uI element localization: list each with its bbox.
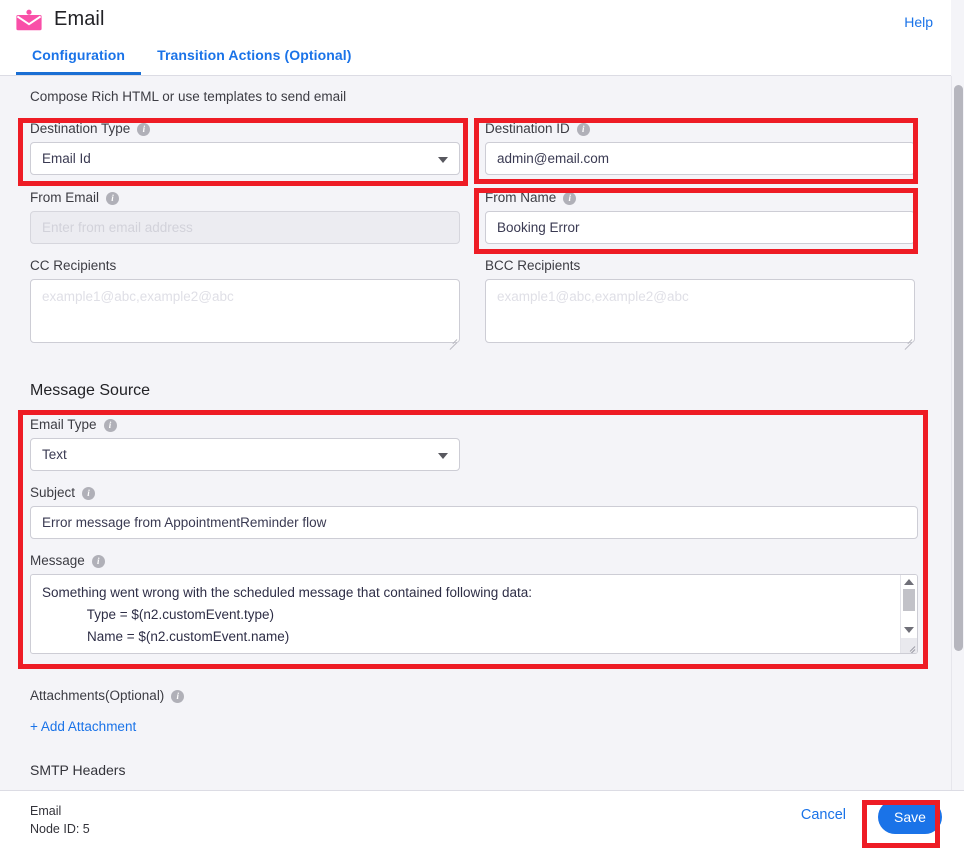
page-title: Email	[54, 8, 105, 30]
message-source-heading: Message Source	[30, 382, 151, 399]
info-icon[interactable]: i	[91, 554, 105, 568]
message-label: Message	[30, 553, 85, 568]
smtp-headers-heading: SMTP Headers	[30, 762, 126, 778]
tab-transition-actions[interactable]: Transition Actions (Optional)	[141, 47, 368, 75]
field-subject: Subject i	[30, 485, 918, 539]
subject-input[interactable]	[30, 506, 918, 539]
bcc-recipients-textarea[interactable]	[485, 279, 915, 343]
email-envelope-icon	[16, 9, 42, 31]
from-name-label: From Name	[485, 190, 557, 205]
field-from-email: From Email i	[30, 190, 460, 244]
scroll-up-arrow-icon[interactable]	[904, 579, 914, 585]
info-icon[interactable]: i	[103, 418, 117, 432]
message-label-row: Message i	[30, 553, 918, 569]
panel-header: Email Help Configuration Transition Acti…	[0, 0, 951, 76]
page-scrollbar-thumb[interactable]	[954, 85, 963, 651]
destination-type-label: Destination Type	[30, 121, 131, 136]
email-type-select[interactable]	[30, 438, 460, 471]
help-link[interactable]: Help	[904, 14, 933, 30]
info-icon[interactable]: i	[171, 689, 185, 703]
add-attachment-link[interactable]: + Add Attachment	[30, 719, 136, 734]
cc-recipients-label-row: CC Recipients	[30, 258, 460, 274]
field-destination-type: Destination Type i	[30, 121, 460, 175]
tab-configuration[interactable]: Configuration	[16, 47, 142, 75]
subject-label-row: Subject i	[30, 485, 918, 501]
config-form-scroll-area: Compose Rich HTML or use templates to se…	[0, 76, 951, 790]
bcc-recipients-textarea-wrap	[485, 279, 915, 350]
footer-node-name: Email	[30, 804, 62, 818]
field-bcc-recipients: BCC Recipients	[485, 258, 915, 350]
title-row: Email	[16, 8, 105, 31]
destination-type-label-row: Destination Type i	[30, 121, 460, 137]
field-email-type: Email Type i	[30, 417, 460, 471]
info-icon[interactable]: i	[137, 122, 151, 136]
email-type-label-row: Email Type i	[30, 417, 460, 433]
from-name-input[interactable]	[485, 211, 915, 244]
footer-node-id: Node ID: 5	[30, 822, 90, 836]
bcc-recipients-label-row: BCC Recipients	[485, 258, 915, 274]
destination-type-select[interactable]	[30, 142, 460, 175]
subject-label: Subject	[30, 485, 76, 500]
scroll-down-arrow-icon[interactable]	[904, 627, 914, 633]
destination-id-label-row: Destination ID i	[485, 121, 915, 137]
email-node-config-panel: Email Help Configuration Transition Acti…	[0, 0, 964, 853]
from-name-label-row: From Name i	[485, 190, 915, 206]
email-type-select-wrap	[30, 438, 460, 471]
from-email-input	[30, 211, 460, 244]
field-from-name: From Name i	[485, 190, 915, 244]
resize-handle-icon[interactable]	[901, 638, 917, 653]
cc-recipients-label: CC Recipients	[30, 258, 117, 273]
bcc-recipients-label: BCC Recipients	[485, 258, 581, 273]
message-textarea[interactable]: Something went wrong with the scheduled …	[30, 574, 918, 654]
field-message: Message i Something went wrong with the …	[30, 553, 918, 654]
info-icon[interactable]: i	[82, 486, 96, 500]
attachments-label-row: Attachments(Optional) i	[30, 688, 185, 704]
message-scrollbar[interactable]	[900, 575, 917, 653]
from-email-label: From Email	[30, 190, 100, 205]
field-destination-id: Destination ID i	[485, 121, 915, 175]
email-type-label: Email Type	[30, 417, 97, 432]
message-text: Something went wrong with the scheduled …	[42, 585, 533, 653]
attachments-label: Attachments(Optional)	[30, 688, 165, 703]
cc-recipients-textarea[interactable]	[30, 279, 460, 343]
info-icon[interactable]: i	[563, 191, 577, 205]
attachments-group: Attachments(Optional) i	[30, 688, 185, 709]
cancel-button[interactable]: Cancel	[795, 806, 852, 824]
save-button[interactable]: Save	[878, 800, 942, 834]
scrollbar-thumb[interactable]	[903, 589, 915, 611]
destination-id-input[interactable]	[485, 142, 915, 175]
destination-id-label: Destination ID	[485, 121, 570, 136]
cc-recipients-textarea-wrap	[30, 279, 460, 350]
info-icon[interactable]: i	[106, 191, 120, 205]
page-scrollbar[interactable]	[951, 76, 964, 790]
panel-footer: Email Node ID: 5 Cancel Save	[0, 790, 964, 853]
tab-bar: Configuration Transition Actions (Option…	[16, 47, 368, 75]
intro-text: Compose Rich HTML or use templates to se…	[30, 89, 347, 104]
field-cc-recipients: CC Recipients	[30, 258, 460, 350]
info-icon[interactable]: i	[576, 122, 590, 136]
destination-type-select-wrap	[30, 142, 460, 175]
from-email-label-row: From Email i	[30, 190, 460, 206]
